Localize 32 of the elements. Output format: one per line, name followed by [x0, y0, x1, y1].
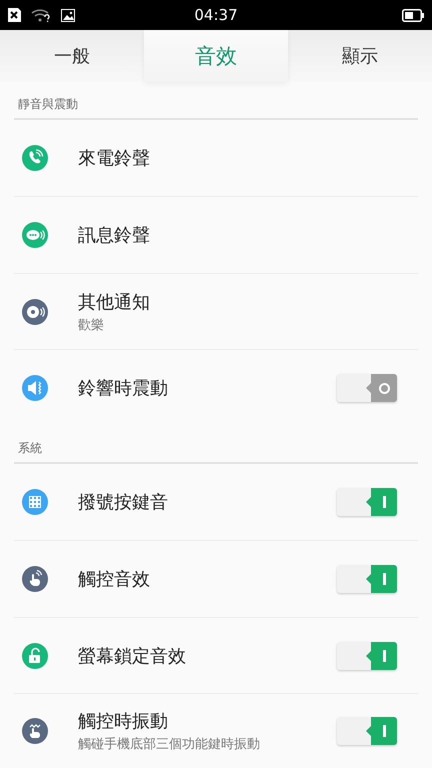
toggle-switch[interactable]: [337, 374, 397, 402]
padlock-icon: [21, 642, 49, 670]
wifi-icon: [31, 8, 51, 22]
disc-icon: [21, 298, 49, 326]
chat-bubble-icon: [21, 221, 49, 250]
speaker-icon: [21, 374, 49, 402]
setting-label[interactable]: 來電鈴聲: [78, 146, 418, 170]
toggle-switch[interactable]: [337, 488, 397, 516]
finger-tap-icon: [21, 565, 49, 594]
setting-summary: 觸碰手機底部三個功能鍵時振動: [78, 736, 261, 754]
toggle-switch[interactable]: [337, 565, 397, 594]
setting-label[interactable]: 其他通知: [78, 290, 418, 314]
setting-label[interactable]: 觸控音效: [78, 567, 337, 592]
setting-summary: 歡樂: [78, 316, 105, 334]
setting-label[interactable]: 鈴響時震動: [78, 376, 337, 400]
setting-label[interactable]: 撥號按鍵音: [78, 490, 337, 514]
image-icon: [61, 8, 75, 22]
setting-label[interactable]: 螢幕鎖定音效: [78, 644, 337, 668]
setting-label[interactable]: 觸控時振動: [78, 709, 337, 734]
section-header: 系統: [18, 440, 42, 457]
toggle-switch[interactable]: [337, 642, 397, 670]
sim-card-icon: [8, 8, 21, 22]
phone-icon: [21, 144, 49, 172]
status-time: 04:37: [194, 6, 238, 24]
tab[interactable]: 顯示: [288, 30, 432, 82]
finger-vibration-icon: [21, 717, 49, 746]
tab[interactable]: 一般: [0, 30, 144, 82]
section-header: 靜音與震動: [18, 96, 78, 113]
keypad-icon: [21, 488, 49, 516]
battery-icon: [402, 8, 424, 22]
toggle-switch[interactable]: [337, 717, 397, 746]
setting-label[interactable]: 訊息鈴聲: [78, 223, 418, 248]
